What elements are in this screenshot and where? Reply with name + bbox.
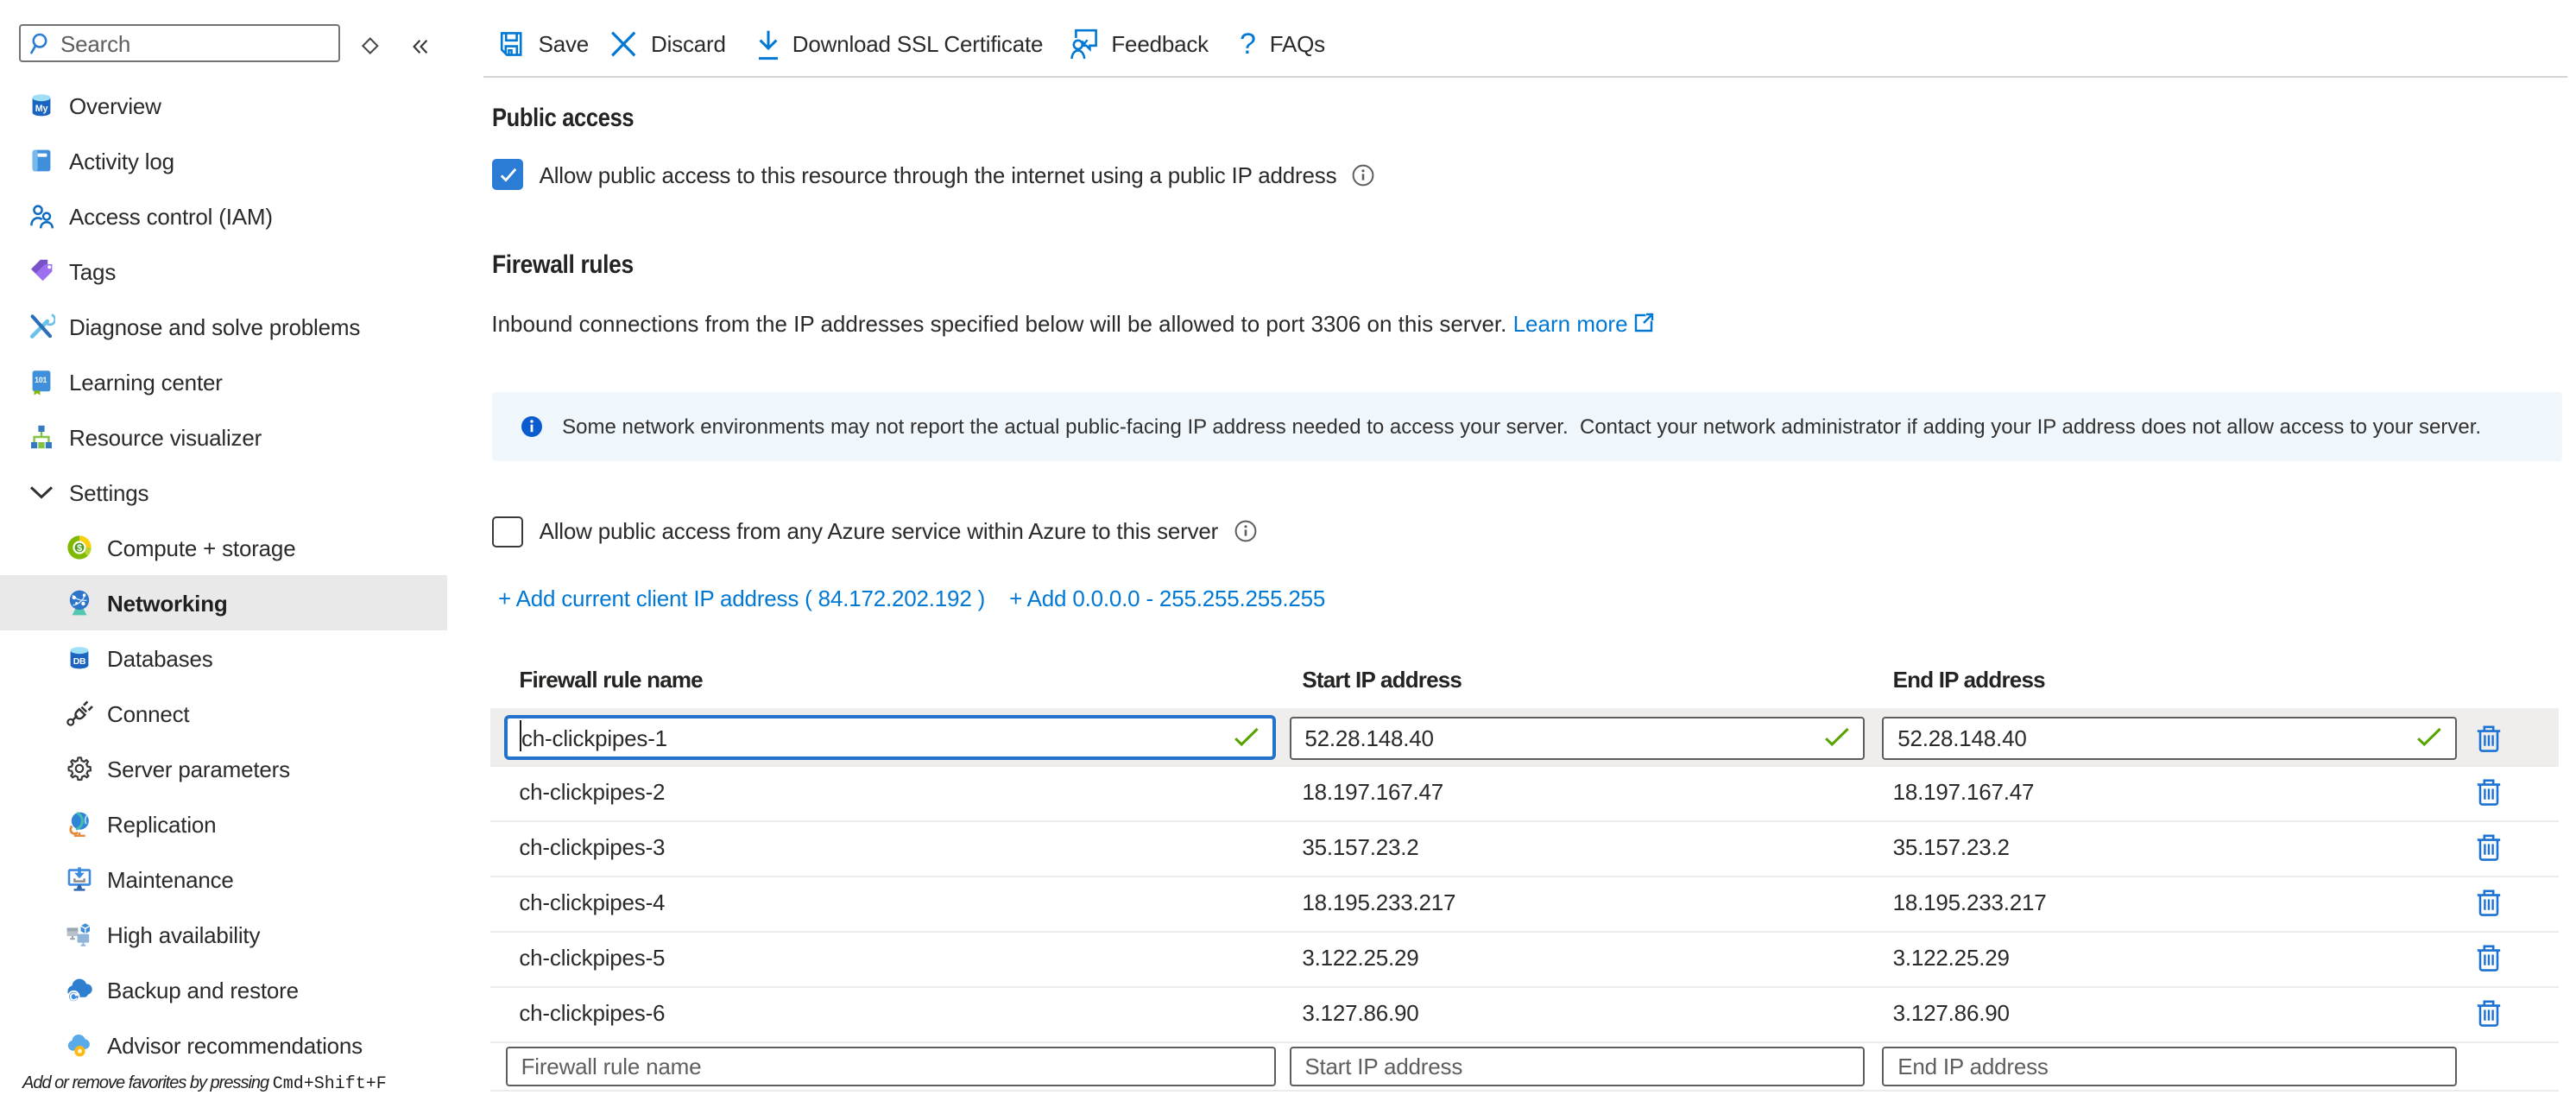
svg-text:101: 101: [35, 376, 47, 384]
svg-text:My: My: [35, 104, 48, 114]
svg-text:$: $: [77, 543, 82, 554]
svg-text:DB: DB: [73, 657, 86, 667]
